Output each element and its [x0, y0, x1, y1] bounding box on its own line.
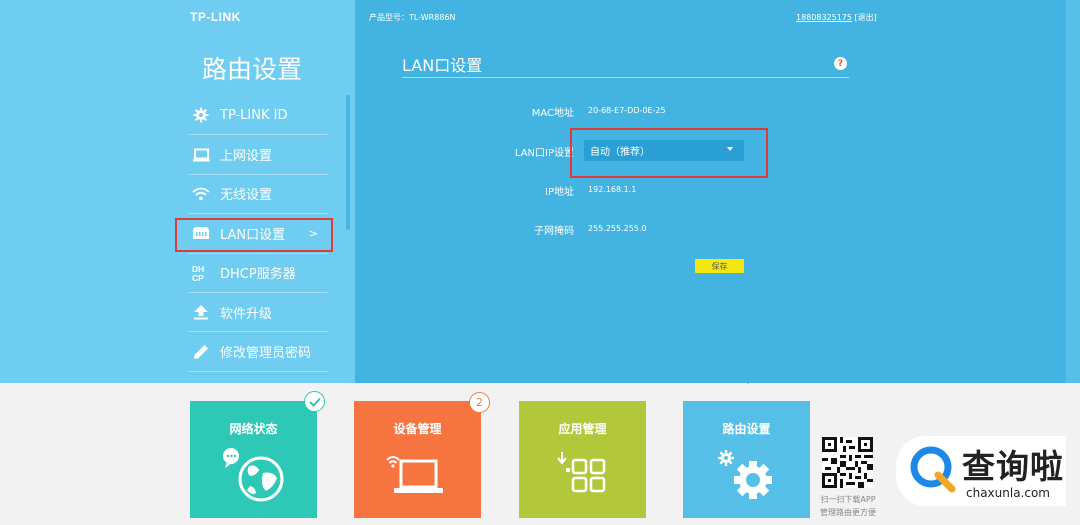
watermark-url: chaxunla.com: [966, 486, 1050, 500]
sidebar-item-label: 上网设置: [220, 149, 273, 165]
tile-label: 设备管理: [393, 422, 442, 436]
mask-value: 255.255.255.0: [588, 224, 647, 233]
wifi-icon: [190, 185, 212, 203]
sidebar-title: 路由设置: [201, 55, 302, 84]
watermark-text: 查询啦: [962, 447, 1064, 486]
active-tile-pointer: [739, 375, 757, 384]
logout-link[interactable]: [退出]: [855, 13, 877, 22]
pencil-icon: [190, 343, 212, 361]
qr-code-image: [822, 437, 873, 488]
laptop-icon: [354, 441, 481, 511]
ip-label: IP地址: [545, 187, 574, 198]
ip-value: 192.168.1.1: [588, 185, 637, 194]
sidebar-item-wireless[interactable]: 无线设置: [188, 175, 328, 215]
qr-caption-line: 扫一扫下载APP: [820, 495, 876, 504]
gear-icon: [190, 106, 212, 124]
qr-caption-line: 管理路由更方便: [820, 508, 876, 517]
title-divider: [402, 77, 849, 78]
sidebar-item-tplink-id[interactable]: TP-LINK ID: [188, 96, 328, 136]
dhcp-icon: DH CP: [190, 264, 212, 282]
mac-label: MAC地址: [531, 108, 574, 119]
tile-device-management[interactable]: 设备管理: [354, 401, 481, 518]
sidebar-item-internet[interactable]: 上网设置: [188, 135, 328, 175]
account-phone-link[interactable]: 18808325175: [796, 13, 852, 22]
upload-icon: [190, 303, 212, 321]
highlight-box-lan-menu: [175, 218, 333, 252]
tile-label: 路由设置: [722, 422, 771, 436]
tp-link-logo: TP-LINK: [190, 10, 241, 24]
mask-label: 子网掩码: [534, 226, 574, 237]
mac-value: 20-68-E7-DD-0E-25: [588, 106, 666, 115]
globe-icon: [190, 441, 317, 511]
product-model: 产品型号：TL-WR886N: [369, 13, 456, 22]
tile-app-management[interactable]: 应用管理: [519, 401, 646, 518]
qr-caption: 扫一扫下载APP 管理路由更方便: [812, 493, 884, 519]
apps-grid-icon: [519, 441, 646, 511]
tile-label: 应用管理: [558, 422, 607, 436]
sidebar-item-label: TP-LINK ID: [220, 107, 288, 123]
page-title: LAN口设置: [402, 56, 483, 75]
tile-label: 网络状态: [229, 422, 278, 436]
sidebar-scrollbar[interactable]: [346, 95, 350, 230]
sidebar-item-upgrade[interactable]: 软件升级: [188, 293, 328, 333]
sidebar-item-label: 修改管理员密码: [220, 346, 312, 362]
sidebar-item-password[interactable]: 修改管理员密码: [188, 332, 328, 372]
page-scrollbar[interactable]: [1066, 0, 1080, 383]
help-icon[interactable]: ?: [834, 57, 847, 70]
tile-network-status[interactable]: 网络状态: [190, 401, 317, 518]
highlight-box-select: [570, 128, 768, 178]
sidebar-item-label: 软件升级: [220, 306, 273, 322]
tile-router-settings[interactable]: 路由设置: [683, 401, 810, 518]
sidebar-item-label: 无线设置: [220, 188, 273, 204]
save-button[interactable]: 保存: [695, 259, 744, 273]
monitor-icon: [190, 146, 212, 164]
lan-ip-setting-label: LAN口IP设置: [514, 148, 574, 159]
sidebar-item-label: DHCP服务器: [220, 267, 296, 283]
device-count-badge: 2: [469, 392, 490, 413]
svg-text:CP: CP: [192, 273, 204, 282]
status-ok-check-icon: [304, 391, 325, 412]
sidebar-item-dhcp[interactable]: DH CP DHCP服务器: [188, 254, 328, 293]
gears-icon: [683, 441, 810, 511]
watermark-logo-icon: [906, 443, 958, 495]
account-info: 18808325175 [退出]: [796, 12, 877, 23]
